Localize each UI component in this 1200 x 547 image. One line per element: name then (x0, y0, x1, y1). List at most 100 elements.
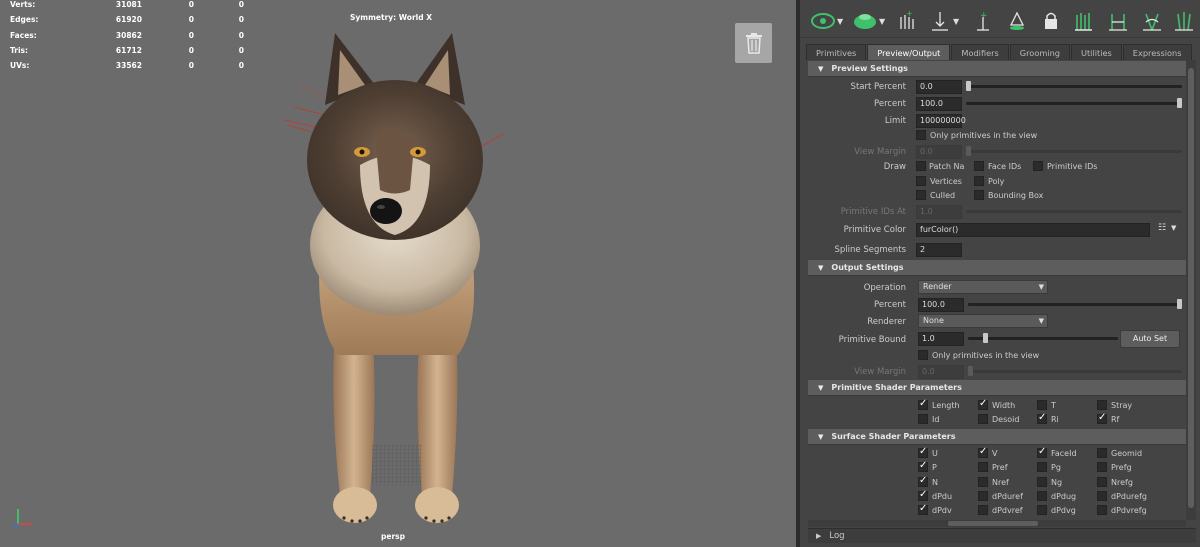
log-section-header[interactable]: ▶ Log (808, 528, 1196, 543)
tab-primitives[interactable]: Primitives (806, 44, 867, 60)
tab-modifiers[interactable]: Modifiers (951, 44, 1009, 60)
tab-expressions[interactable]: Expressions (1122, 44, 1192, 60)
expression-editor-icon[interactable]: ☷ (1158, 223, 1166, 233)
shader-param-checkbox[interactable] (978, 490, 988, 501)
renderer-value: None (923, 316, 944, 325)
culled-checkbox[interactable] (916, 190, 926, 200)
shader-param-label: Ng (1051, 477, 1063, 487)
operation-dropdown[interactable]: Render ▼ (918, 280, 1048, 294)
limit-field[interactable]: 100000000 (916, 114, 966, 128)
patch-na-label: Patch Na (929, 162, 965, 171)
hud-value: 0 (238, 15, 244, 25)
trash-icon[interactable] (735, 23, 772, 63)
shader-param-checkbox[interactable] (978, 476, 988, 487)
primitive-shader-header[interactable]: ▼ Primitive Shader Parameters (808, 380, 1186, 396)
shader-param-checkbox[interactable] (918, 398, 928, 410)
shader-param-checkbox[interactable] (1037, 490, 1047, 501)
primitive-bound-slider[interactable] (968, 337, 1118, 340)
shader-param-checkbox[interactable] (918, 503, 928, 516)
shader-param-checkbox[interactable] (978, 398, 988, 410)
grass-icon[interactable] (1072, 8, 1096, 34)
poly-checkbox[interactable] (974, 176, 984, 186)
shader-param-checkbox[interactable] (918, 446, 928, 458)
shader-param-checkbox[interactable] (1037, 462, 1047, 473)
shader-param-checkbox[interactable] (1037, 400, 1047, 410)
cut-icon[interactable] (1106, 8, 1130, 34)
output-settings-header[interactable]: ▼ Output Settings (808, 260, 1186, 276)
shader-param-label: dPdv (932, 506, 952, 516)
start-percent-slider[interactable] (966, 85, 1182, 88)
renderer-dropdown[interactable]: None ▼ (918, 314, 1048, 328)
shader-param-checkbox[interactable] (918, 460, 928, 473)
bounding-box-checkbox[interactable] (974, 190, 984, 200)
add-primitive-icon[interactable]: + (972, 8, 994, 34)
shader-param-checkbox[interactable] (978, 414, 988, 425)
auto-set-button[interactable]: Auto Set (1120, 330, 1180, 348)
shader-param-checkbox[interactable] (1097, 476, 1107, 487)
primitive-ids-checkbox[interactable] (1033, 161, 1043, 171)
shader-param-checkbox[interactable] (1037, 476, 1047, 487)
shader-param-checkbox[interactable] (918, 414, 928, 425)
vertical-scrollbar[interactable] (1186, 60, 1196, 520)
primitive-bound-field[interactable]: 1.0 (918, 332, 964, 346)
surface-shader-header[interactable]: ▼ Surface Shader Parameters (808, 429, 1186, 445)
horizontal-scrollbar[interactable] (808, 520, 1186, 527)
shader-param-checkbox[interactable] (918, 489, 928, 501)
preview-percent-slider[interactable] (966, 102, 1182, 105)
add-feathers-icon[interactable]: + (895, 8, 919, 34)
shader-param-checkbox[interactable] (978, 446, 988, 458)
shader-param-checkbox[interactable] (1037, 412, 1047, 425)
output-percent-slider[interactable] (968, 303, 1182, 306)
grass-grow-icon[interactable] (1172, 8, 1196, 34)
tab-utilities[interactable]: Utilities (1070, 44, 1122, 60)
puff-icon[interactable] (1140, 8, 1164, 34)
primitive-color-field[interactable]: furColor() (916, 223, 1150, 237)
shader-param-checkbox[interactable] (1097, 448, 1107, 458)
scrollbar-thumb[interactable] (948, 521, 1038, 526)
sphere-display-icon[interactable]: ▼ (852, 8, 885, 34)
shader-param-checkbox[interactable] (1097, 412, 1107, 425)
face-ids-checkbox[interactable] (974, 161, 984, 171)
shader-param-checkbox[interactable] (1097, 505, 1107, 516)
shader-param-checkbox[interactable] (918, 475, 928, 487)
only-primitives-checkbox[interactable] (916, 130, 926, 140)
primitive-bound-thumb[interactable] (982, 333, 988, 343)
lock-icon[interactable] (1040, 8, 1062, 34)
wolf-fur-model[interactable] (280, 25, 510, 530)
output-percent-field[interactable]: 100.0 (918, 298, 964, 312)
start-percent-field[interactable]: 0.0 (916, 80, 962, 94)
comb-down-icon[interactable]: ▼ (928, 8, 959, 34)
preview-percent-field[interactable]: 100.0 (916, 97, 962, 111)
output-percent-label: Percent (874, 300, 906, 310)
settings-scroll-area[interactable]: ▼ Preview Settings Start Percent 0.0 Perc… (808, 60, 1186, 520)
paint-icon[interactable] (1005, 8, 1029, 34)
face-ids-label: Face IDs (988, 162, 1022, 171)
dropdown-arrow-icon[interactable]: ▼ (953, 17, 959, 26)
shader-param-checkbox[interactable] (978, 462, 988, 473)
shader-param-checkbox[interactable] (1037, 446, 1047, 458)
svg-text:+: + (980, 11, 988, 21)
shader-param-label: Nref (992, 477, 1009, 487)
dropdown-arrow-icon[interactable]: ▼ (837, 17, 843, 26)
tab-preview-output[interactable]: Preview/Output (867, 44, 951, 60)
eye-visibility-icon[interactable]: ▼ (810, 8, 843, 34)
scrollbar-thumb[interactable] (1188, 68, 1194, 508)
shader-param-checkbox[interactable] (1097, 490, 1107, 501)
dropdown-arrow-icon[interactable]: ▼ (879, 17, 885, 26)
output-percent-thumb[interactable] (1177, 299, 1182, 309)
3d-viewport[interactable]: Verts: 31081 0 0 Edges: 61920 0 0 Faces: 30862 0… (0, 0, 796, 547)
hud-value: 0 (188, 46, 194, 56)
preview-settings-header[interactable]: ▼ Preview Settings (808, 61, 1186, 77)
dropdown-arrow-icon[interactable]: ▼ (1171, 224, 1176, 232)
shader-param-checkbox[interactable] (978, 505, 988, 516)
preview-percent-thumb[interactable] (1177, 98, 1182, 108)
shader-param-checkbox[interactable] (1097, 462, 1107, 473)
tab-grooming[interactable]: Grooming (1009, 44, 1070, 60)
patch-na-checkbox[interactable] (916, 161, 926, 171)
vertices-checkbox[interactable] (916, 176, 926, 186)
shader-param-checkbox[interactable] (1097, 400, 1107, 410)
spline-segments-field[interactable]: 2 (916, 243, 962, 257)
shader-param-checkbox[interactable] (1037, 505, 1047, 516)
start-percent-thumb[interactable] (966, 81, 971, 91)
output-only-primitives-checkbox[interactable] (918, 350, 928, 360)
